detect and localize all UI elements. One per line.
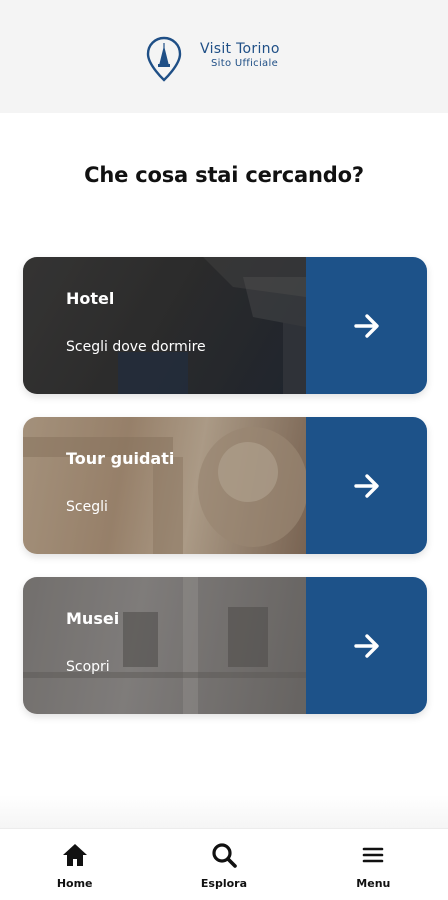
location-pin-icon — [146, 36, 182, 82]
header: Visit Torino Sito Ufficiale — [0, 0, 448, 113]
nav-label: Home — [56, 877, 93, 890]
bottom-nav: Home Esplora Menu — [0, 828, 448, 900]
visit-torino-logo[interactable]: Visit Torino Sito Ufficiale — [146, 36, 316, 82]
nav-label: Esplora — [200, 877, 248, 890]
card-musei[interactable]: Musei Scopri — [23, 577, 427, 714]
arrow-right-icon — [353, 313, 379, 338]
hotel-arrow-button[interactable] — [306, 257, 427, 394]
arrow-right-icon — [353, 633, 379, 658]
card-subtitle: Scegli — [66, 499, 108, 515]
home-icon — [62, 844, 87, 866]
bottom-fade — [0, 795, 448, 829]
menu-icon — [363, 847, 384, 863]
nav-item-esplora[interactable]: Esplora — [149, 829, 298, 900]
card-tour-guidati[interactable]: Tour guidati Scegli — [23, 417, 427, 554]
card-hotel[interactable]: Hotel Scegli dove dormire — [23, 257, 427, 394]
musei-arrow-button[interactable] — [306, 577, 427, 714]
tour-guidati-arrow-button[interactable] — [306, 417, 427, 554]
nav-item-menu[interactable]: Menu — [299, 829, 448, 900]
page-title: Che cosa stai cercando? — [84, 163, 364, 187]
card-image: Tour guidati Scegli — [23, 417, 306, 554]
card-title: Tour guidati — [66, 449, 175, 468]
logo-subtitle: Sito Ufficiale — [211, 58, 279, 69]
card-subtitle: Scegli dove dormire — [66, 339, 206, 355]
arrow-right-icon — [353, 473, 379, 498]
card-subtitle: Scopri — [66, 659, 110, 675]
search-icon — [212, 843, 237, 868]
nav-item-home[interactable]: Home — [0, 829, 149, 900]
nav-label: Menu — [356, 877, 391, 890]
card-title: Hotel — [66, 289, 115, 308]
card-title: Musei — [66, 609, 120, 628]
card-image: Musei Scopri — [23, 577, 306, 714]
card-image: Hotel Scegli dove dormire — [23, 257, 306, 394]
logo-title: Visit Torino — [200, 41, 280, 57]
